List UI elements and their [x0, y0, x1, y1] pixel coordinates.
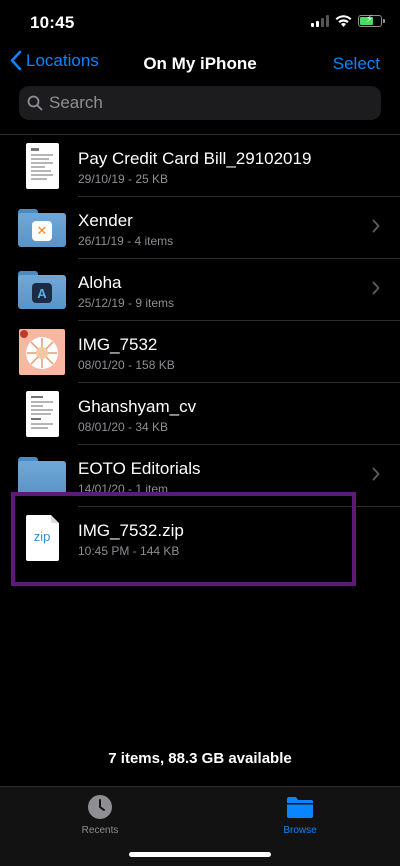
search-icon: [27, 95, 43, 111]
wifi-icon: [335, 15, 352, 27]
file-meta: 08/01/20 - 34 KB: [78, 420, 169, 434]
folder-meta: 26/11/19 - 4 items: [78, 234, 174, 248]
search-field[interactable]: [19, 86, 381, 120]
storage-summary: 7 items, 88.3 GB available: [108, 750, 292, 767]
select-button[interactable]: Select: [333, 54, 380, 74]
folder-name: Xender: [78, 211, 133, 230]
tab-recents[interactable]: Recents: [40, 793, 160, 836]
cellular-signal-icon: [311, 15, 329, 27]
back-button-label: Locations: [26, 50, 99, 70]
chevron-left-icon: [10, 50, 22, 71]
status-bar: 10:45 ⚡: [0, 0, 400, 46]
tab-browse[interactable]: Browse: [240, 793, 360, 836]
document-thumbnail: [18, 391, 66, 437]
folder-meta: 25/12/19 - 9 items: [78, 296, 175, 310]
tab-label: Recents: [81, 825, 119, 836]
back-button[interactable]: Locations: [10, 50, 99, 71]
file-name: Ghanshyam_cv: [78, 397, 197, 416]
file-row-pay-credit-card-bill[interactable]: Pay Credit Card Bill_29102019 29/10/19 -…: [0, 135, 400, 197]
folder-icon: A: [18, 267, 66, 313]
file-row-ghanshyam-cv[interactable]: Ghanshyam_cv 08/01/20 - 34 KB: [0, 383, 400, 445]
chevron-right-icon: [372, 281, 380, 295]
document-thumbnail: [18, 143, 66, 189]
xender-app-icon: ✕: [32, 221, 52, 241]
image-thumbnail: [18, 329, 66, 375]
home-indicator[interactable]: [129, 852, 271, 857]
file-name: Pay Credit Card Bill_29102019: [78, 149, 312, 168]
navigation-bar: Locations On My iPhone Select: [0, 46, 400, 84]
folder-name: Aloha: [78, 273, 122, 292]
chevron-right-icon: [372, 467, 380, 481]
file-row-img-7532[interactable]: IMG_7532 08/01/20 - 158 KB: [0, 321, 400, 383]
file-name: IMG_7532: [78, 335, 158, 354]
status-icons: ⚡: [311, 14, 385, 27]
folder-name: EOTO Editorials: [78, 459, 201, 478]
status-time: 10:45: [30, 13, 75, 32]
tab-label: Browse: [283, 825, 317, 836]
folder-row-aloha[interactable]: A Aloha 25/12/19 - 9 items: [0, 259, 400, 321]
folder-icon: [287, 797, 313, 818]
file-meta: 29/10/19 - 25 KB: [78, 172, 169, 186]
aloha-app-icon: A: [32, 283, 52, 303]
battery-icon: ⚡: [358, 14, 385, 27]
search-input[interactable]: [49, 93, 349, 113]
folder-icon: ✕: [18, 205, 66, 251]
folder-row-xender[interactable]: ✕ Xender 26/11/19 - 4 items: [0, 197, 400, 259]
file-meta: 08/01/20 - 158 KB: [78, 358, 175, 372]
chevron-right-icon: [372, 219, 380, 233]
clock-icon: [88, 795, 112, 819]
highlight-annotation: [11, 492, 356, 586]
